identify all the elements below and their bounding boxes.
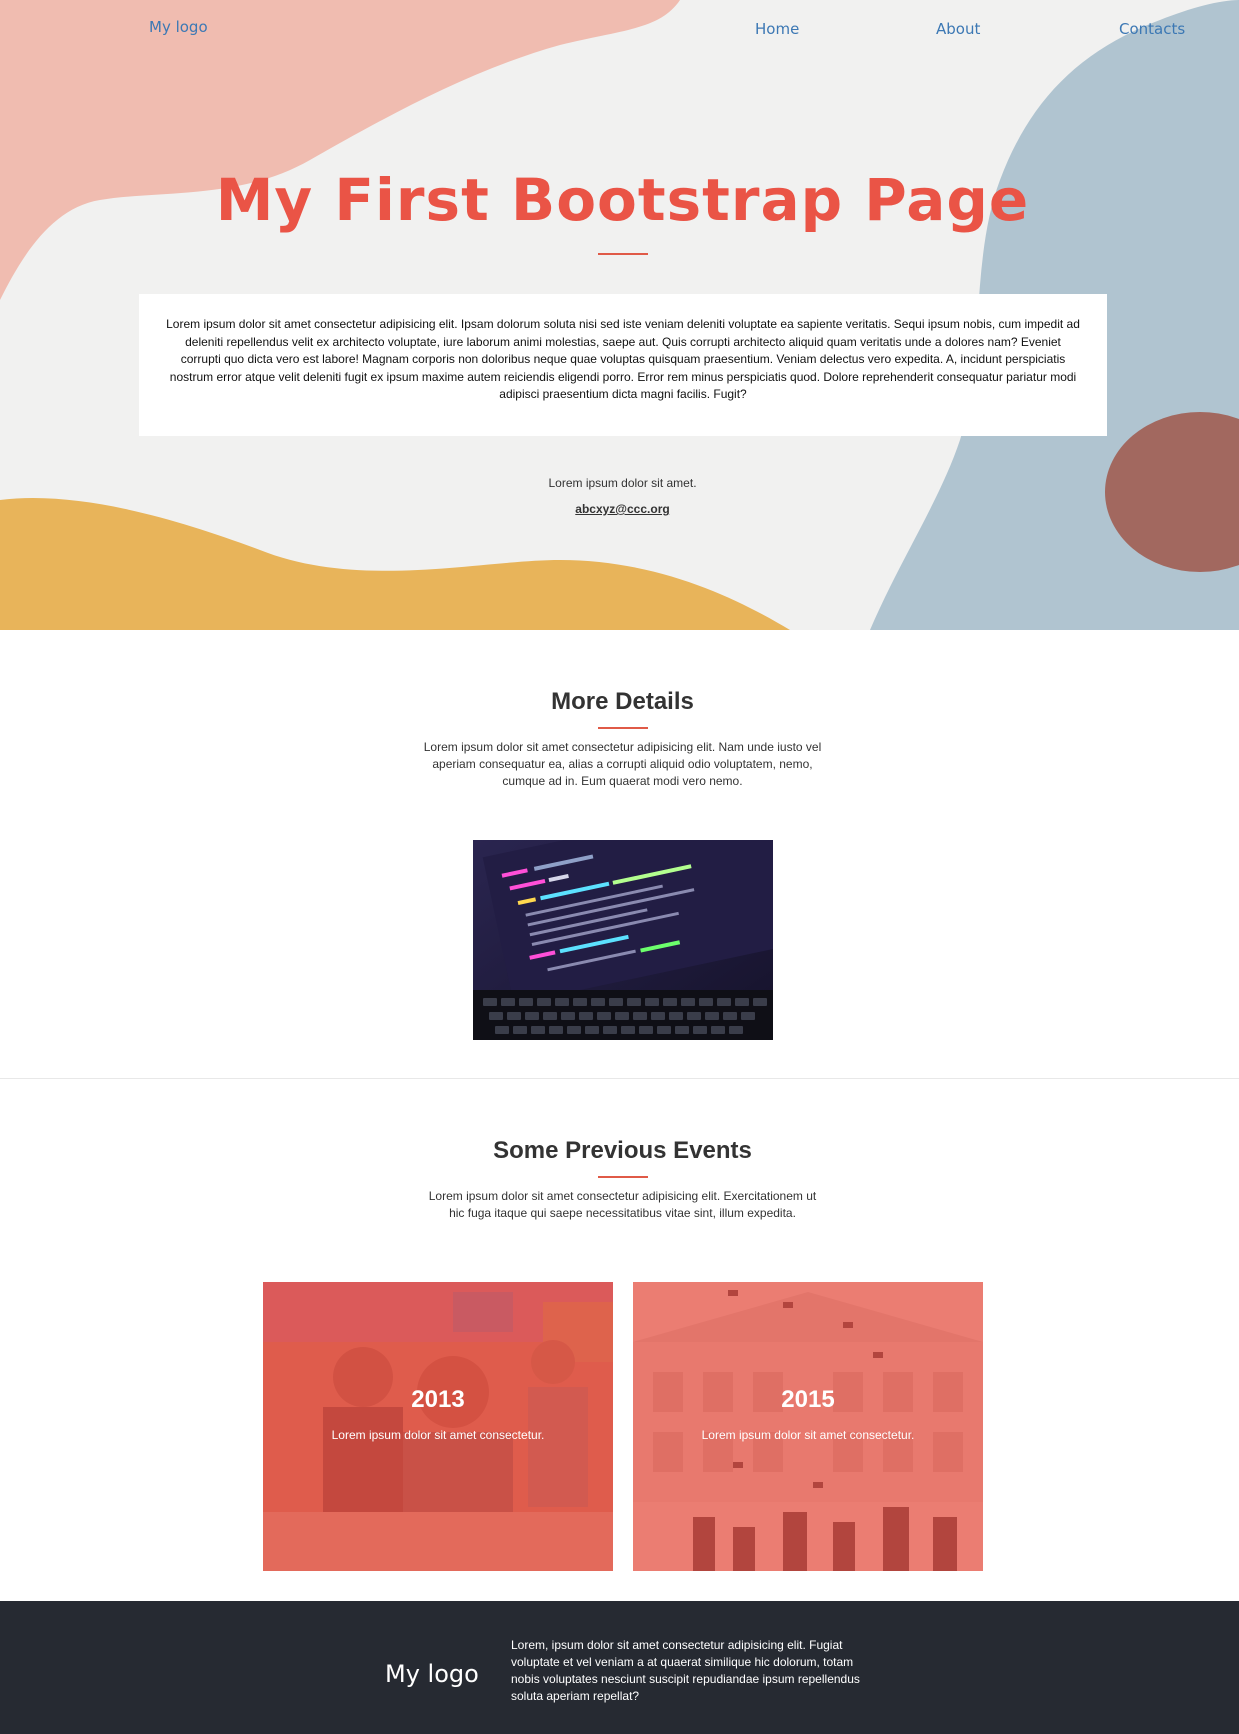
nav-about-link[interactable]: About [936, 20, 980, 38]
details-title: More Details [551, 688, 694, 715]
hero-email-link[interactable]: abcxyz@ccc.org [0, 502, 1239, 516]
laptop-code-image [473, 840, 773, 1040]
events-title: Some Previous Events [493, 1137, 752, 1164]
event-year: 2013 [411, 1386, 465, 1413]
hero-title-underline [598, 253, 648, 255]
event-card-2013[interactable]: 2013 Lorem ipsum dolor sit amet consecte… [263, 1282, 613, 1571]
details-text: Lorem ipsum dolor sit amet consectetur a… [423, 740, 822, 788]
footer-logo[interactable]: My logo [385, 1660, 479, 1688]
event-card-2015[interactable]: 2015 Lorem ipsum dolor sit amet consecte… [633, 1282, 983, 1571]
hero-intro-card: Lorem ipsum dolor sit amet consectetur a… [139, 294, 1107, 436]
events-text-wrapper: Lorem ipsum dolor sit amet consectetur a… [0, 1188, 1239, 1222]
event-year: 2015 [781, 1386, 835, 1413]
event-overlay [263, 1282, 613, 1571]
hero-title: My First Bootstrap Page [215, 166, 1030, 234]
nav-contacts-link[interactable]: Contacts [1119, 20, 1185, 38]
events-title-underline [598, 1176, 648, 1178]
nav-home-link[interactable]: Home [755, 20, 799, 38]
footer-text: Lorem, ipsum dolor sit amet consectetur … [511, 1638, 860, 1703]
event-description: Lorem ipsum dolor sit amet consectetur. [701, 1428, 915, 1442]
details-title-underline [598, 727, 648, 729]
hero-section: My logo Home About Contacts My First Boo… [0, 0, 1239, 630]
footer: My logo Lorem, ipsum dolor sit amet cons… [0, 1601, 1239, 1734]
details-text-wrapper: Lorem ipsum dolor sit amet consectetur a… [0, 739, 1239, 790]
events-text: Lorem ipsum dolor sit amet consectetur a… [428, 1189, 817, 1220]
event-description: Lorem ipsum dolor sit amet consectetur. [331, 1428, 545, 1442]
section-divider [0, 1078, 1239, 1079]
hero-intro-text: Lorem ipsum dolor sit amet consectetur a… [166, 317, 1080, 401]
event-overlay [633, 1282, 983, 1571]
nav-logo[interactable]: My logo [149, 18, 208, 36]
hero-small-text: Lorem ipsum dolor sit amet. [548, 476, 697, 490]
